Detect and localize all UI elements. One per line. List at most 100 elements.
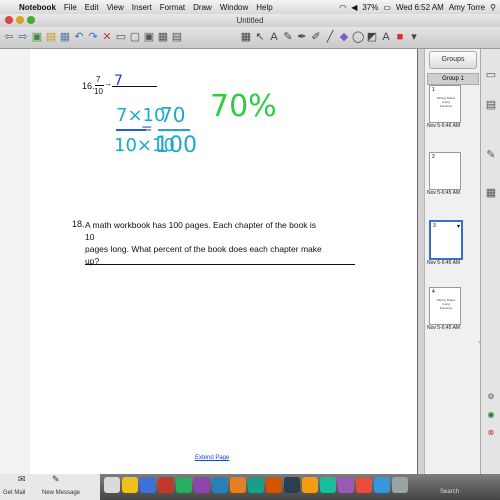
dock-app-icon[interactable] [122, 477, 138, 493]
table-icon[interactable]: ▤ [171, 31, 183, 43]
dock-app-icon[interactable] [194, 477, 210, 493]
menu-draw[interactable]: Draw [193, 3, 212, 12]
spotlight-icon[interactable]: ⚲ [490, 3, 496, 12]
page-thumbnail-4[interactable]: 4 Writing Ratios Using Fractions [429, 287, 461, 325]
window-title: Untitled [236, 16, 264, 25]
dock-app-icon[interactable] [248, 477, 264, 493]
group-label[interactable]: Group 1 [427, 73, 479, 85]
thumb-text: Writing Ratios Using Fractions [436, 298, 456, 310]
page-sorter-tab-icon[interactable]: ▭ [483, 67, 499, 83]
dock-app-icon[interactable] [302, 477, 318, 493]
new-message-icon[interactable]: ✎ [52, 474, 60, 485]
display-icon[interactable]: ▣ [143, 31, 155, 43]
zoom-window-button[interactable] [27, 16, 35, 24]
attachments-tab-icon[interactable]: ✎ [483, 147, 499, 163]
eraser-icon[interactable]: ◆ [338, 31, 350, 43]
q16-number: 16. [82, 81, 95, 91]
menu-window[interactable]: Window [220, 3, 248, 12]
dock-app-icon[interactable] [356, 477, 372, 493]
page-thumbnail-1[interactable]: 1 Writing Ratios Using Fractions [429, 85, 461, 123]
clock[interactable]: Wed 6:52 AM [396, 3, 444, 12]
thumb-text: Writing Ratios Using Fractions [436, 96, 456, 108]
menu-file[interactable]: File [64, 3, 77, 12]
menu-help[interactable]: Help [256, 3, 272, 12]
link-icon[interactable]: ◉ [483, 407, 499, 423]
save-icon[interactable]: ▦ [59, 31, 71, 43]
menu-insert[interactable]: Insert [132, 3, 152, 12]
thumb-number: 4 [432, 289, 435, 295]
dock-app-icon[interactable] [338, 477, 354, 493]
dock-app-icon[interactable] [374, 477, 390, 493]
menu-format[interactable]: Format [160, 3, 185, 12]
battery-percent[interactable]: 37% [362, 3, 378, 12]
wifi-icon[interactable]: ◠ [339, 3, 346, 12]
user-name[interactable]: Amy Torre [449, 3, 485, 12]
text-icon[interactable]: A [268, 31, 280, 43]
properties-tab-icon[interactable]: ▦ [483, 185, 499, 201]
dock-app-icon[interactable] [320, 477, 336, 493]
dock-app-icon[interactable] [158, 477, 174, 493]
window-titlebar: Untitled [0, 14, 500, 27]
previous-page-icon[interactable]: ⇦ [3, 31, 15, 43]
dock-app-icon[interactable] [140, 477, 156, 493]
pen-icon[interactable]: ✎ [282, 31, 294, 43]
text-tool-icon[interactable]: A [380, 31, 392, 43]
add-ons-icon[interactable]: ⚙ [483, 389, 499, 405]
extend-page-link[interactable]: Extend Page [195, 455, 229, 461]
menu-app-name[interactable]: Notebook [19, 3, 56, 12]
groups-button[interactable]: Groups [429, 51, 477, 69]
add-page-icon[interactable]: ▣ [31, 31, 43, 43]
grid-icon[interactable]: ▦ [240, 31, 252, 43]
dock-app-icon[interactable] [230, 477, 246, 493]
close-panel-icon[interactable]: ⊗ [483, 425, 499, 441]
properties-icon[interactable]: ■ [394, 31, 406, 43]
close-window-button[interactable] [5, 16, 13, 24]
dock-app-icon[interactable] [284, 477, 300, 493]
select-arrow-icon[interactable]: ↖ [254, 31, 266, 43]
battery-icon: ▭ [383, 2, 391, 12]
page-thumbnail-3[interactable]: 3 ▾ [429, 220, 463, 260]
dock-app-icon[interactable] [104, 477, 120, 493]
redo-icon[interactable]: ↷ [87, 31, 99, 43]
page-thumbnail-2[interactable]: 2 [429, 152, 461, 190]
thumb-date-3: Nov 5-6:45 AM [427, 260, 461, 266]
highlighter-icon[interactable]: ✐ [310, 31, 322, 43]
dock-app-icon[interactable] [266, 477, 282, 493]
menu-view[interactable]: View [107, 3, 124, 12]
get-mail-icon[interactable]: ✉ [18, 474, 26, 485]
minimize-window-button[interactable] [16, 16, 24, 24]
thumb-number: 2 [432, 154, 435, 160]
volume-icon[interactable]: ◀ [351, 3, 357, 12]
next-page-icon[interactable]: ⇨ [17, 31, 29, 43]
status-area: ◠ ◀ 37% ▭ Wed 6:52 AM Amy Torre ⚲ [339, 0, 496, 14]
thumb-number: 1 [432, 87, 435, 93]
q16-arrow: → [104, 79, 112, 88]
dock-app-icon[interactable] [176, 477, 192, 493]
page-margin [0, 49, 31, 474]
q16-denominator: 10 [94, 87, 103, 96]
new-message-label[interactable]: New Message [42, 490, 80, 496]
delete-icon[interactable]: ✕ [101, 31, 113, 43]
screen-shade-icon[interactable]: ▭ [115, 31, 127, 43]
get-mail-label[interactable]: Get Mail [3, 490, 25, 496]
fullscreen-icon[interactable]: ▢ [129, 31, 141, 43]
dock-search-label[interactable]: Search [440, 489, 459, 495]
shape-icon[interactable]: ◯ [352, 31, 364, 43]
menu-edit[interactable]: Edit [85, 3, 99, 12]
thumb-menu-icon[interactable]: ▾ [457, 223, 460, 230]
fill-icon[interactable]: ◩ [366, 31, 378, 43]
dock-app-icon[interactable] [392, 477, 408, 493]
creative-pen-icon[interactable]: ✒ [296, 31, 308, 43]
more-icon[interactable]: ▾ [408, 31, 420, 43]
q16-fraction-bar [95, 85, 104, 86]
gallery-tab-icon[interactable]: ▤ [483, 97, 499, 113]
toolbar: ⇦ ⇨ ▣ ▤ ▦ ↶ ↷ ✕ ▭ ▢ ▣ ▦ ▤ ▦ ↖ A ✎ ✒ ✐ ╱ … [0, 27, 500, 49]
q16-answer: 7 [114, 73, 123, 89]
line-icon[interactable]: ╱ [324, 31, 336, 43]
undo-icon[interactable]: ↶ [73, 31, 85, 43]
q18-answer-line [85, 264, 355, 265]
whiteboard-page[interactable]: 16. 7 10 → 7 7×10 10×10 = 70 100 70% 18.… [30, 49, 417, 474]
open-folder-icon[interactable]: ▤ [45, 31, 57, 43]
capture-icon[interactable]: ▦ [157, 31, 169, 43]
dock-app-icon[interactable] [212, 477, 228, 493]
